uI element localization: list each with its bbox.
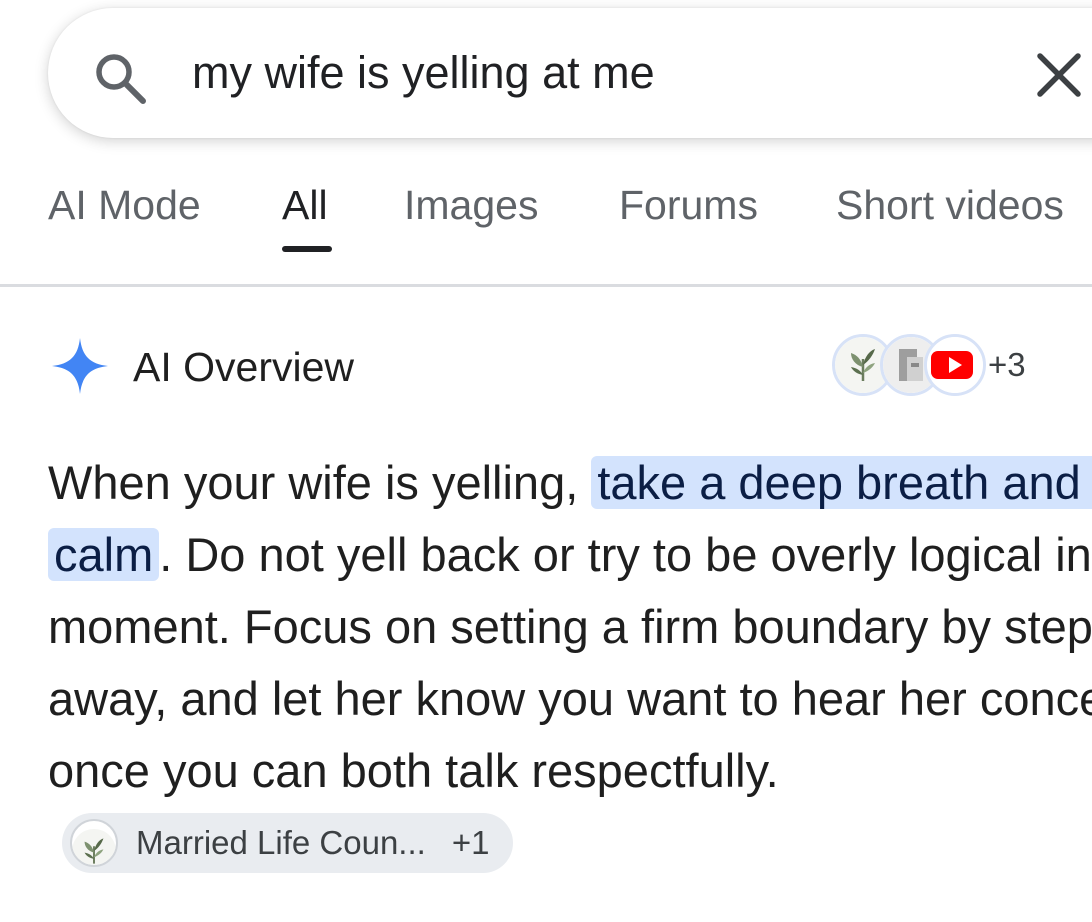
ai-overview-answer: When your wife is yelling, take a deep b…: [48, 447, 1092, 879]
tab-all[interactable]: All: [282, 182, 328, 229]
close-icon[interactable]: [1036, 52, 1082, 98]
ai-overview-sources[interactable]: +3: [832, 334, 1052, 398]
tab-forums[interactable]: Forums: [619, 182, 758, 229]
search-icon[interactable]: [92, 50, 148, 106]
citation-more-count: +1: [451, 823, 490, 861]
citation-chip[interactable]: Married Life Coun... +1: [62, 812, 514, 873]
answer-text-after: . Do not yell back or try to be overly l…: [48, 528, 1092, 797]
citation-label: Married Life Coun...: [136, 823, 426, 861]
answer-text-before: When your wife is yelling,: [48, 456, 592, 509]
search-results-page: AI Mode All Images Forums Short videos A…: [0, 0, 1092, 922]
tab-images[interactable]: Images: [404, 182, 538, 229]
search-tabs: AI Mode All Images Forums Short videos: [0, 160, 1092, 287]
leaf-logo-icon: [70, 818, 118, 867]
ai-overview-title: AI Overview: [133, 344, 354, 390]
active-tab-indicator: [282, 246, 332, 252]
youtube-icon: [924, 334, 986, 396]
tab-ai-mode[interactable]: AI Mode: [48, 182, 201, 229]
sources-more-count: +3: [988, 346, 1026, 383]
tab-short-videos[interactable]: Short videos: [836, 182, 1064, 229]
search-input[interactable]: [192, 38, 952, 108]
sparkle-icon: [50, 336, 110, 396]
